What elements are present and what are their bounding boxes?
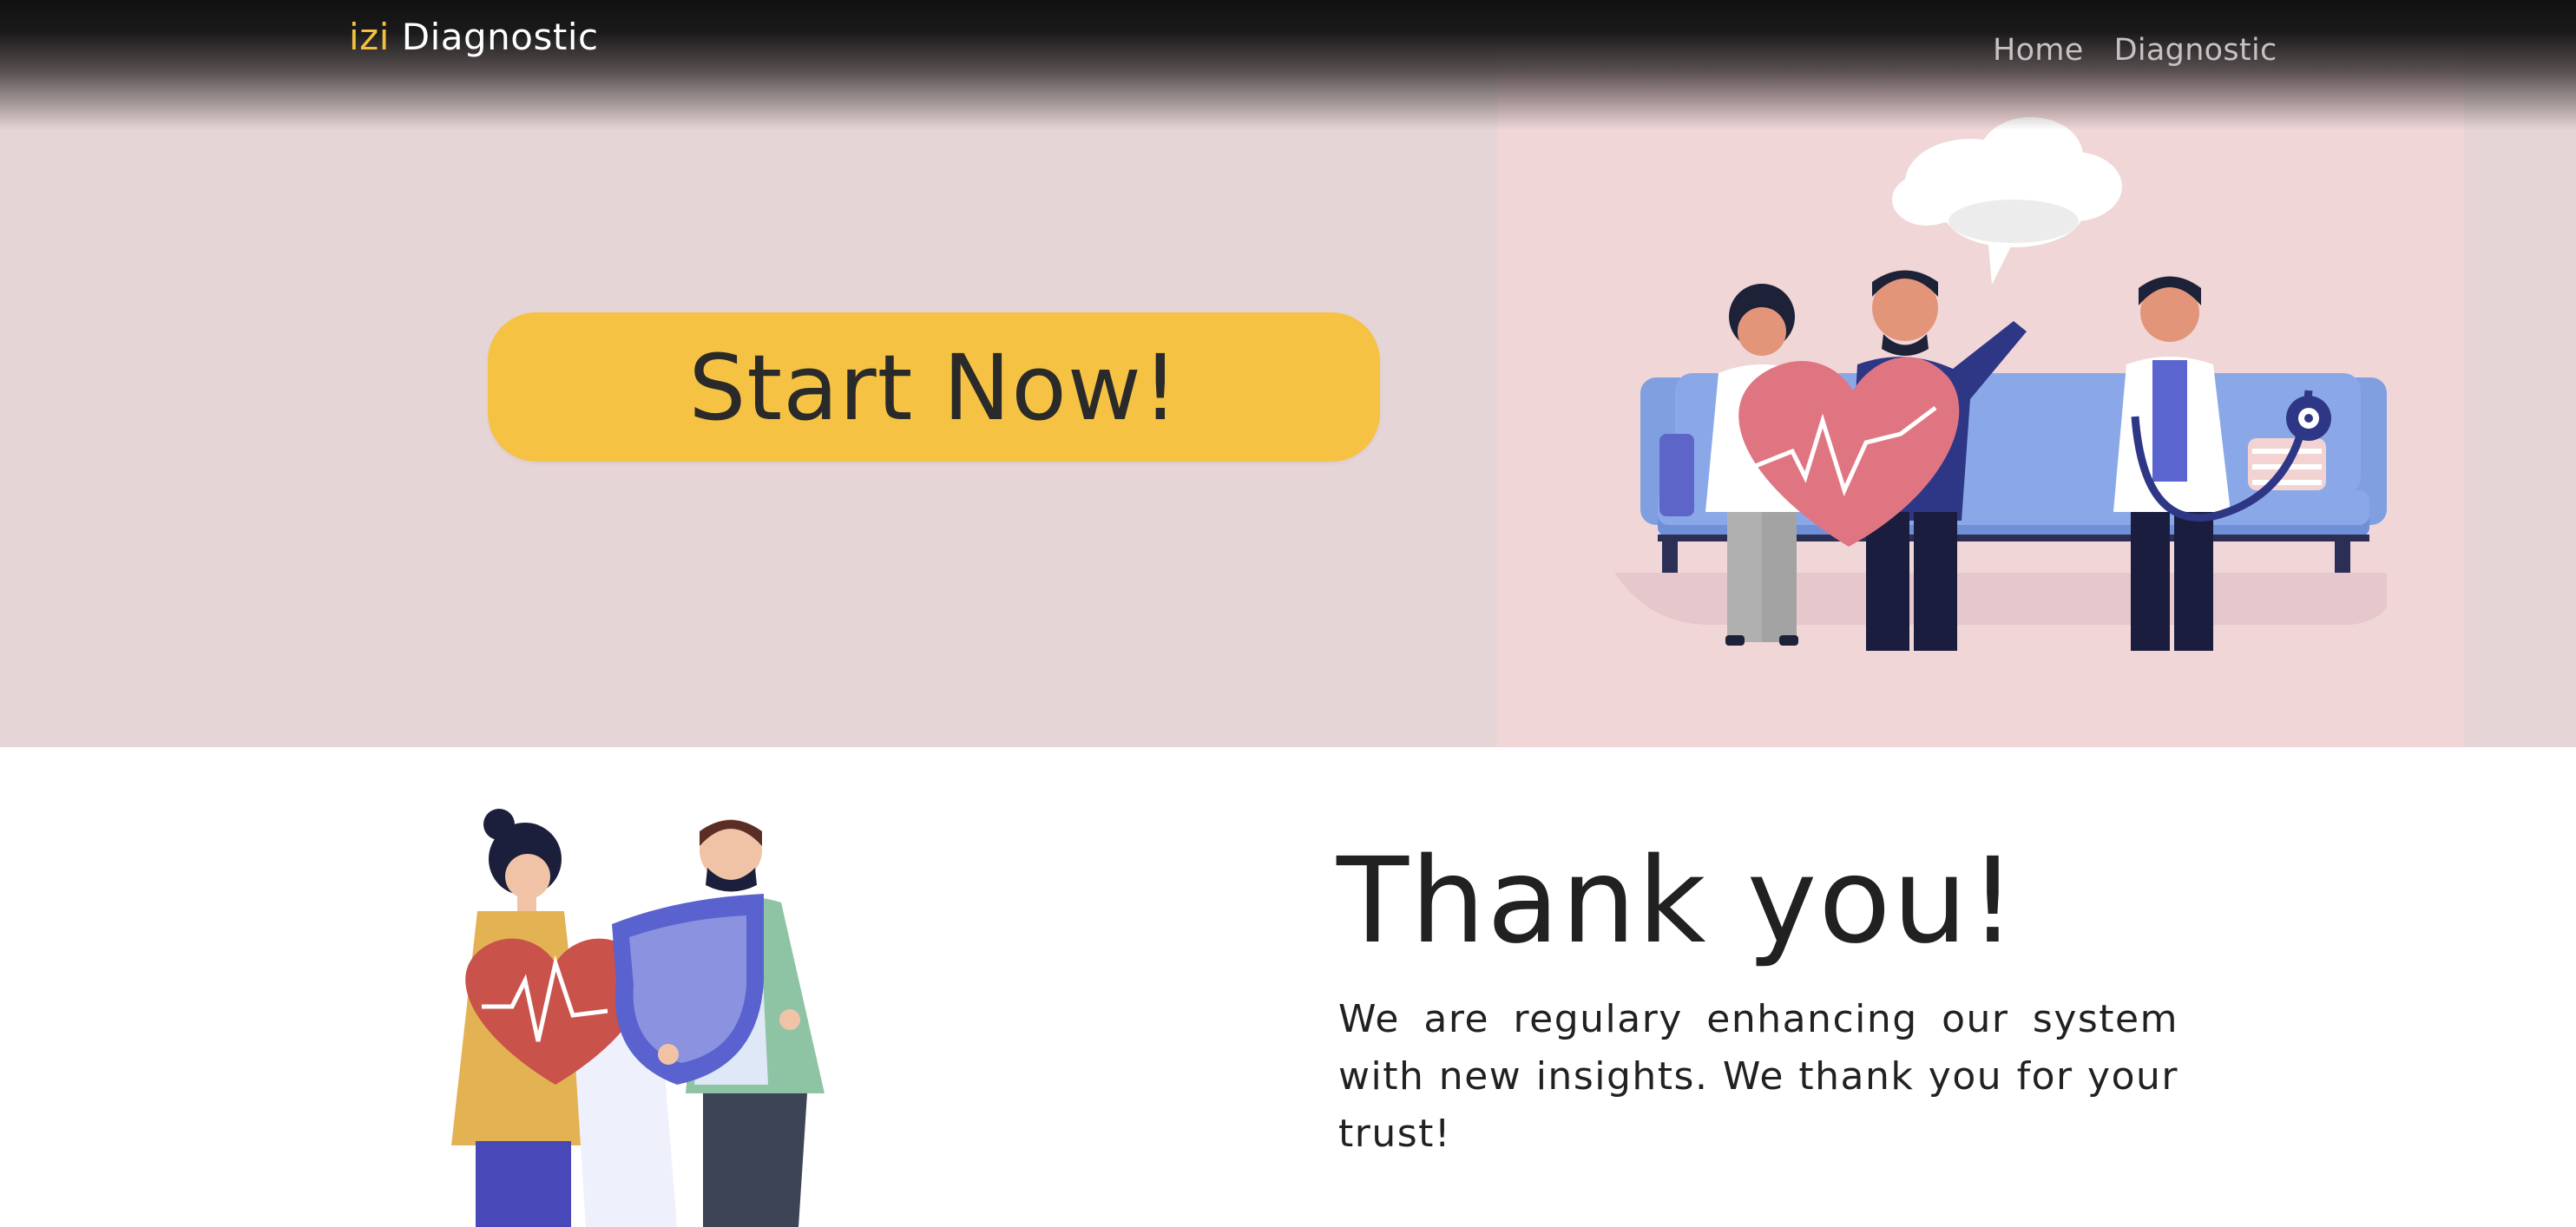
top-navbar: izi Diagnostic Home Diagnostic — [0, 0, 2576, 130]
couple-heart-shield-illustration — [451, 809, 825, 1227]
nav-link-diagnostic[interactable]: Diagnostic — [2114, 33, 2277, 68]
start-now-button[interactable]: Start Now! — [488, 312, 1380, 462]
nav-link-home[interactable]: Home — [1993, 33, 2084, 68]
brand-logo[interactable]: izi Diagnostic — [349, 16, 599, 58]
thank-you-heading: Thank you! — [1337, 833, 2019, 970]
doctor-consultation-illustration — [1614, 117, 2387, 651]
brand-name: Diagnostic — [401, 16, 599, 58]
brand-accent: izi — [349, 16, 390, 58]
nav-links: Home Diagnostic — [1993, 33, 2303, 68]
thank-you-message: We are regulary enhancing our system wit… — [1338, 997, 2178, 1156]
